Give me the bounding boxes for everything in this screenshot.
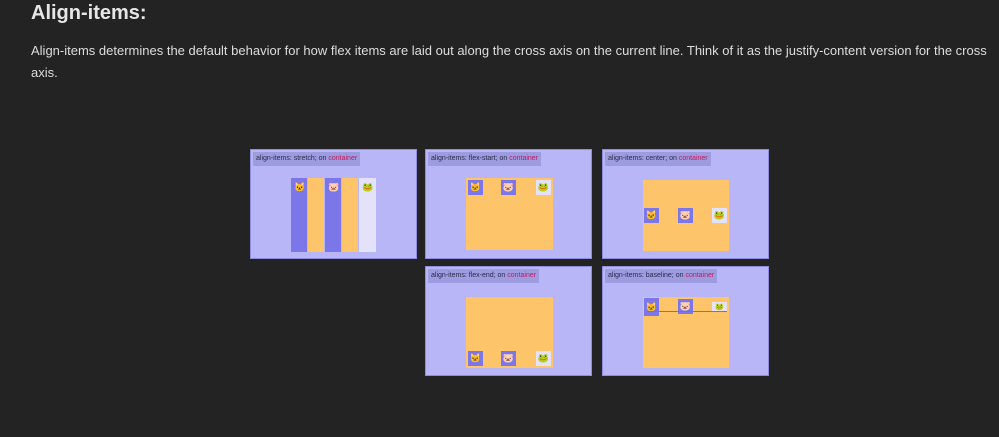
card-label: align-items: center; on container [605,152,711,166]
section-description: Align-items determines the default behav… [31,43,987,80]
flex-container: 🐱 🐷 🐸 [643,297,729,368]
flex-item: 🐸 [536,180,551,195]
flex-container: 🐱 🐷 🐸 [291,178,378,252]
demo-card-center: align-items: center; on container 🐱 🐷 🐸 [602,149,769,259]
card-label: align-items: flex-start; on container [428,152,542,166]
card-label: align-items: flex-end; on container [428,269,540,283]
pig-icon: 🐷 [679,210,692,220]
card-label-on: on [316,155,329,162]
card-label-target: container [678,155,708,162]
cat-icon: 🐱 [469,353,482,363]
card-label-prefix: align-items: center; [608,155,668,162]
flex-container: 🐱 🐷 🐸 [466,297,553,368]
card-label-prefix: align-items: baseline; [608,272,674,279]
card-label-target: container [685,272,715,279]
card-label: align-items: stretch; on container [253,152,361,166]
flex-item: 🐷 [501,351,516,366]
frog-icon: 🐸 [537,353,550,363]
cat-icon: 🐱 [645,210,658,220]
card-label-on: on [673,272,686,279]
demo-card-flex-end: align-items: flex-end; on container 🐱 🐷 … [425,266,592,376]
flex-container: 🐱 🐷 🐸 [466,178,553,250]
frog-icon: 🐸 [713,210,726,220]
flex-item: 🐱 [644,208,659,223]
flex-container: 🐱 🐷 🐸 [643,180,729,251]
pig-icon: 🐷 [502,182,515,192]
frog-icon: 🐸 [537,182,550,192]
cat-icon: 🐱 [469,182,482,192]
flex-gap [342,178,358,252]
flex-item: 🐷 [325,178,341,252]
pig-icon: 🐷 [328,182,340,192]
frog-icon: 🐸 [362,182,374,192]
flex-item: 🐱 [468,351,483,366]
card-label-on: on [667,155,679,162]
baseline-guide [647,311,727,312]
pig-icon: 🐷 [502,353,515,363]
section-heading: Align-items: [31,2,147,24]
card-label-prefix: align-items: stretch; [256,155,317,162]
demo-card-flex-start: align-items: flex-start; on container 🐱 … [425,149,592,259]
flex-item: 🐱 [291,178,307,252]
pig-icon: 🐷 [679,301,692,311]
card-label-target: container [509,155,539,162]
flex-item: 🐱 [644,298,659,316]
cat-icon: 🐱 [294,182,306,192]
card-label-target: container [328,155,358,162]
flex-item: 🐱 [468,180,483,195]
flex-item: 🐷 [501,180,516,195]
frog-icon: 🐸 [715,303,724,311]
flex-item: 🐸 [359,178,376,252]
demo-card-baseline: align-items: baseline; on container 🐱 🐷 … [602,266,769,376]
card-label-prefix: align-items: flex-start; [431,155,498,162]
flex-gap [308,178,324,252]
flex-item: 🐷 [678,208,693,223]
card-label-target: container [507,272,537,279]
flex-item: 🐸 [536,351,551,366]
card-label: align-items: baseline; on container [605,269,718,283]
flex-item: 🐸 [712,208,727,223]
demo-card-stretch: align-items: stretch; on container 🐱 🐷 🐸 [250,149,417,259]
card-label-on: on [495,272,508,279]
card-label-on: on [497,155,510,162]
card-label-prefix: align-items: flex-end; [431,272,496,279]
